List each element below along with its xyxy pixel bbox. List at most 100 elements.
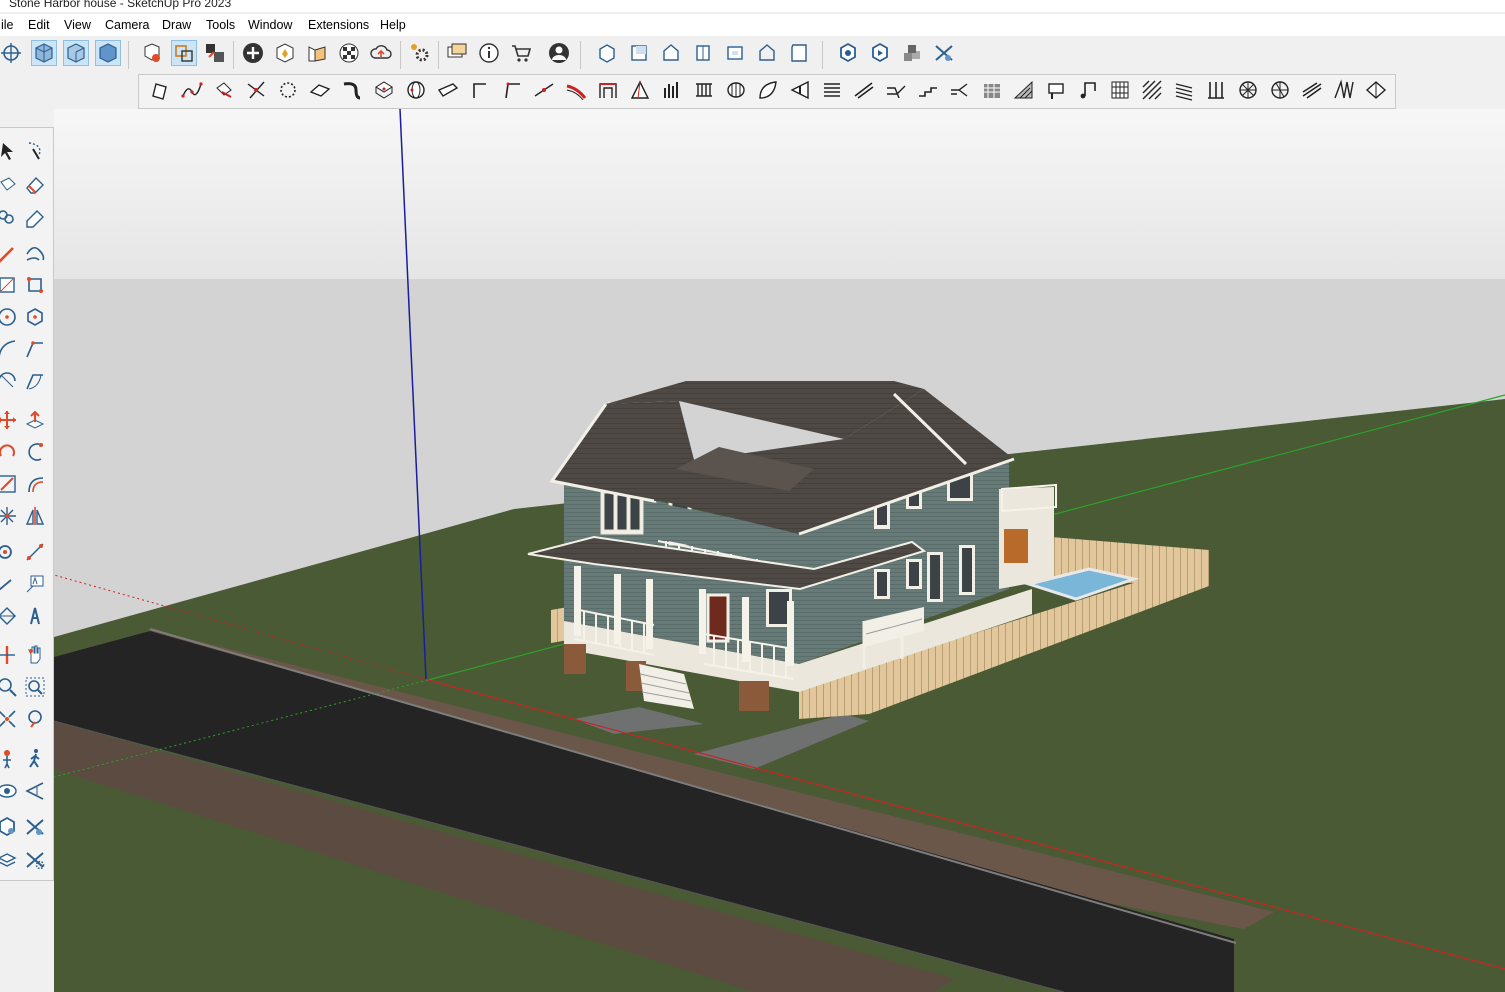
angle-icon[interactable] [467,77,493,103]
knife-icon[interactable] [435,77,461,103]
ribbon-icon[interactable] [339,77,365,103]
pie-icon[interactable] [0,368,20,394]
paint-icon[interactable] [0,171,20,197]
three-point-arc-icon[interactable] [22,368,48,394]
layer-gear-icon[interactable] [0,847,20,873]
right-view-icon[interactable] [95,40,121,66]
3d-text-icon[interactable] [22,603,48,629]
zoom-window-icon[interactable] [22,674,48,700]
account-icon[interactable] [546,40,572,66]
paint-bucket-icon[interactable] [211,77,237,103]
info-icon[interactable] [476,40,502,66]
menu-file[interactable]: ile [1,18,14,32]
leaf-icon[interactable] [755,77,781,103]
front-view-icon[interactable] [63,40,89,66]
model-info-icon[interactable] [139,40,165,66]
text-label-icon[interactable] [22,571,48,597]
walk-icon[interactable] [22,746,48,772]
smart-eraser-icon[interactable] [22,204,48,230]
follow-me-icon[interactable] [22,439,48,465]
checker-icon[interactable] [336,40,362,66]
balusters-icon[interactable] [691,77,717,103]
menu-camera[interactable]: Camera [105,18,149,32]
pointer-icon[interactable] [787,77,813,103]
pencil-icon[interactable] [0,241,20,267]
prism-icon[interactable] [627,77,653,103]
menu-help[interactable]: Help [380,18,406,32]
grid-icon[interactable] [1107,77,1133,103]
stairs-icon[interactable] [819,77,845,103]
spiral-icon[interactable] [1235,77,1261,103]
menu-view[interactable]: View [64,18,91,32]
sheet-icon[interactable] [307,77,333,103]
zoom-extents-icon[interactable] [0,706,20,732]
eraser-icon[interactable] [22,171,48,197]
polygon-icon[interactable] [22,304,48,330]
push-pull-icon[interactable] [22,407,48,433]
roller-icon[interactable] [723,77,749,103]
protractor-icon[interactable] [0,571,20,597]
freehand-icon[interactable] [22,241,48,267]
hand-icon[interactable] [22,642,48,668]
box-icon[interactable] [371,77,397,103]
ruby-gear-icon[interactable] [0,814,20,840]
diagonal-hatch-icon[interactable] [1139,77,1165,103]
tag-icon[interactable] [0,204,20,230]
scissors-gear-icon[interactable] [931,40,957,66]
dimension-icon[interactable] [22,539,48,565]
arc-icon[interactable] [0,336,20,362]
tape-measure-icon[interactable] [0,539,20,565]
select-arrow-icon[interactable] [0,138,20,164]
lines-hatch-icon[interactable] [1171,77,1197,103]
view-back-icon[interactable] [722,40,748,66]
stack-icon[interactable] [899,40,925,66]
steps-icon[interactable] [915,77,941,103]
menu-tools[interactable]: Tools [206,18,235,32]
mirror-icon[interactable] [22,503,48,529]
iso-view-icon[interactable] [31,40,57,66]
zoom-previous-icon[interactable] [22,706,48,732]
axes-icon[interactable] [0,603,20,629]
section-cut-icon[interactable] [0,642,20,668]
ruby-settings-icon[interactable] [835,40,861,66]
scale-icon[interactable] [0,471,20,497]
geo-icon[interactable] [272,40,298,66]
two-point-arc-icon[interactable] [22,336,48,362]
spiral2-icon[interactable] [1267,77,1293,103]
split-icon[interactable] [883,77,909,103]
settings-gear-icon[interactable] [407,40,433,66]
zigzag-icon[interactable] [1331,77,1357,103]
view-right-icon[interactable] [690,40,716,66]
scissors-settings-icon[interactable] [22,847,48,873]
branch-icon[interactable] [947,77,973,103]
look-eye-icon[interactable] [0,778,20,804]
flip-icon[interactable] [0,503,20,529]
view-top-icon[interactable] [626,40,652,66]
model-viewport[interactable] [54,109,1505,992]
orbit-icon[interactable] [0,40,24,66]
angle-red-icon[interactable] [499,77,525,103]
offset-icon[interactable] [22,471,48,497]
look-around-icon[interactable] [22,778,48,804]
view-bottom-icon[interactable] [786,40,812,66]
swoosh-icon[interactable] [563,77,589,103]
select-mode-icon[interactable] [171,40,197,66]
rectangle-icon[interactable] [0,272,20,298]
section-plane-icon[interactable] [147,77,173,103]
move-icon[interactable] [0,407,20,433]
cloud-upload-icon[interactable] [368,40,394,66]
rotate-icon[interactable] [0,439,20,465]
frame-icon[interactable] [595,77,621,103]
menu-edit[interactable]: Edit [28,18,50,32]
position-camera-icon[interactable] [0,746,20,772]
music-icon[interactable] [1075,77,1101,103]
view-iso-icon[interactable] [594,40,620,66]
mailbox-icon[interactable] [1043,77,1069,103]
dotted-circle-icon[interactable] [275,77,301,103]
components-icon[interactable] [202,40,228,66]
lasso-icon[interactable] [22,138,48,164]
columns-icon[interactable] [659,77,685,103]
view-left-icon[interactable] [754,40,780,66]
slope-icon[interactable] [1011,77,1037,103]
menu-extensions[interactable]: Extensions [308,18,369,32]
